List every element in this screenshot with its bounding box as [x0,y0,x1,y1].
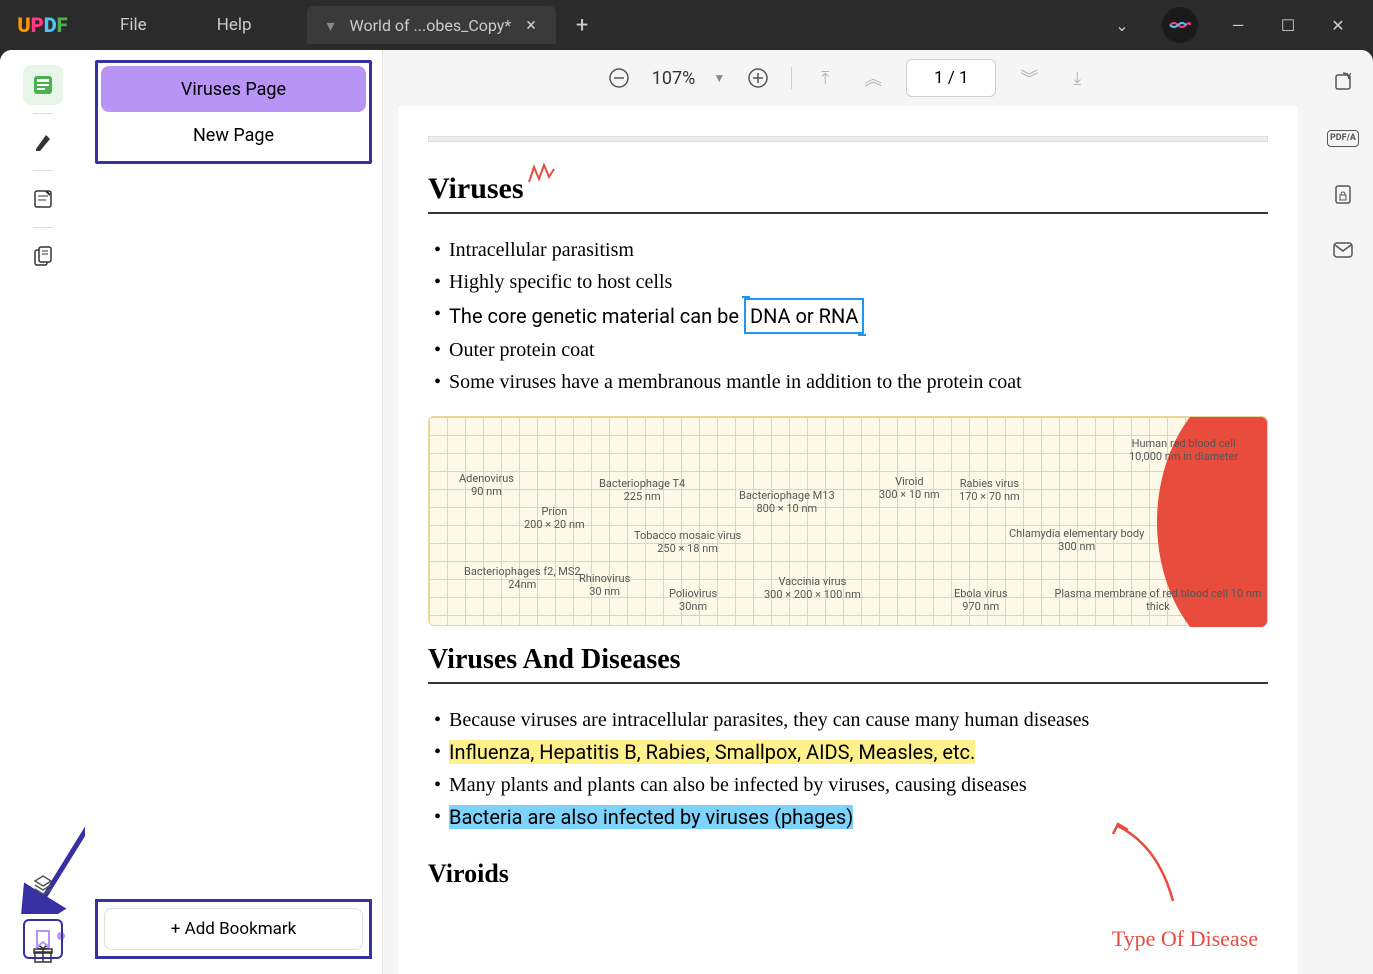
lock-button[interactable] [1326,177,1360,211]
highlight-tool-button[interactable] [23,122,63,162]
hand-text-annotation: Type Of Disease [1112,926,1258,952]
page: Viruses Intracellular parasitism Highly … [398,106,1298,974]
heading-diseases: Viruses And Diseases [428,644,681,676]
pdfa-button[interactable]: PDF/A [1326,121,1360,155]
menu-help[interactable]: Help [182,15,287,35]
zoom-dropdown-icon[interactable]: ▼ [713,71,725,85]
add-bookmark-button[interactable]: + Add Bookmark [104,908,363,950]
zoom-out-button[interactable] [604,63,634,93]
window-minimize-icon[interactable]: — [1228,16,1248,35]
left-rail [0,50,85,974]
menu-file[interactable]: File [85,15,182,35]
prev-page-button[interactable]: ︽ [858,63,888,93]
bullet-list: Intracellular parasitism Highly specific… [428,234,1268,398]
new-tab-button[interactable]: + [576,13,588,38]
next-page-button[interactable]: ︾ [1014,63,1044,93]
comment-tool-button[interactable] [23,179,63,219]
bookmark-item[interactable]: New Page [101,112,366,158]
window-maximize-icon[interactable]: ☐ [1278,16,1298,35]
chevron-down-icon[interactable]: ⌄ [1112,16,1132,35]
ai-button[interactable] [1162,7,1198,43]
bookmark-list: Viruses Page New Page [95,60,372,164]
thumbnails-button[interactable] [23,65,63,105]
heading-viruses: Viruses [428,172,524,206]
squiggle-annotation [524,157,559,198]
titlebar: UPDF File Help ▾ World of ...obes_Copy* … [0,0,1373,50]
mail-button[interactable] [1326,233,1360,267]
right-rail: PDF/A [1313,50,1373,974]
bookmarks-button[interactable] [23,919,63,959]
window-close-icon[interactable]: ✕ [1328,16,1348,35]
zoom-in-button[interactable] [743,63,773,93]
app-logo: UPDF [0,0,85,50]
toolbar: 107% ▼ ⤒ ︽ ︾ ⤓ [383,50,1313,106]
rotate-button[interactable] [1326,65,1360,99]
highlight-yellow: Influenza, Hepatitis B, Rabies, Smallpox… [449,740,975,764]
layers-button[interactable] [23,864,63,904]
document-area: Viruses Intracellular parasitism Highly … [383,106,1313,974]
box-annotation: DNA or RNA [744,298,865,334]
heading-viroids: Viroids [428,859,509,889]
first-page-button[interactable]: ⤒ [810,63,840,93]
bookmark-item[interactable]: Viruses Page [101,66,366,112]
zoom-level: 107% [652,68,696,89]
virus-diagram: Adenovirus90 nmPrion200 × 20 nmBacteriop… [428,416,1268,626]
hand-arrow-annotation [1098,816,1198,916]
bookmark-panel: Viruses Page New Page + Add Bookmark [85,50,383,974]
bullet-list: Because viruses are intracellular parasi… [428,704,1268,834]
document-tab[interactable]: ▾ World of ...obes_Copy* × [307,6,556,44]
tab-title: World of ...obes_Copy* [350,16,512,35]
page-input[interactable] [906,59,996,97]
highlight-blue: Bacteria are also infected by viruses (p… [449,805,853,829]
last-page-button[interactable]: ⤓ [1062,63,1092,93]
tab-close-icon[interactable]: × [526,15,536,36]
pages-tool-button[interactable] [23,236,63,276]
